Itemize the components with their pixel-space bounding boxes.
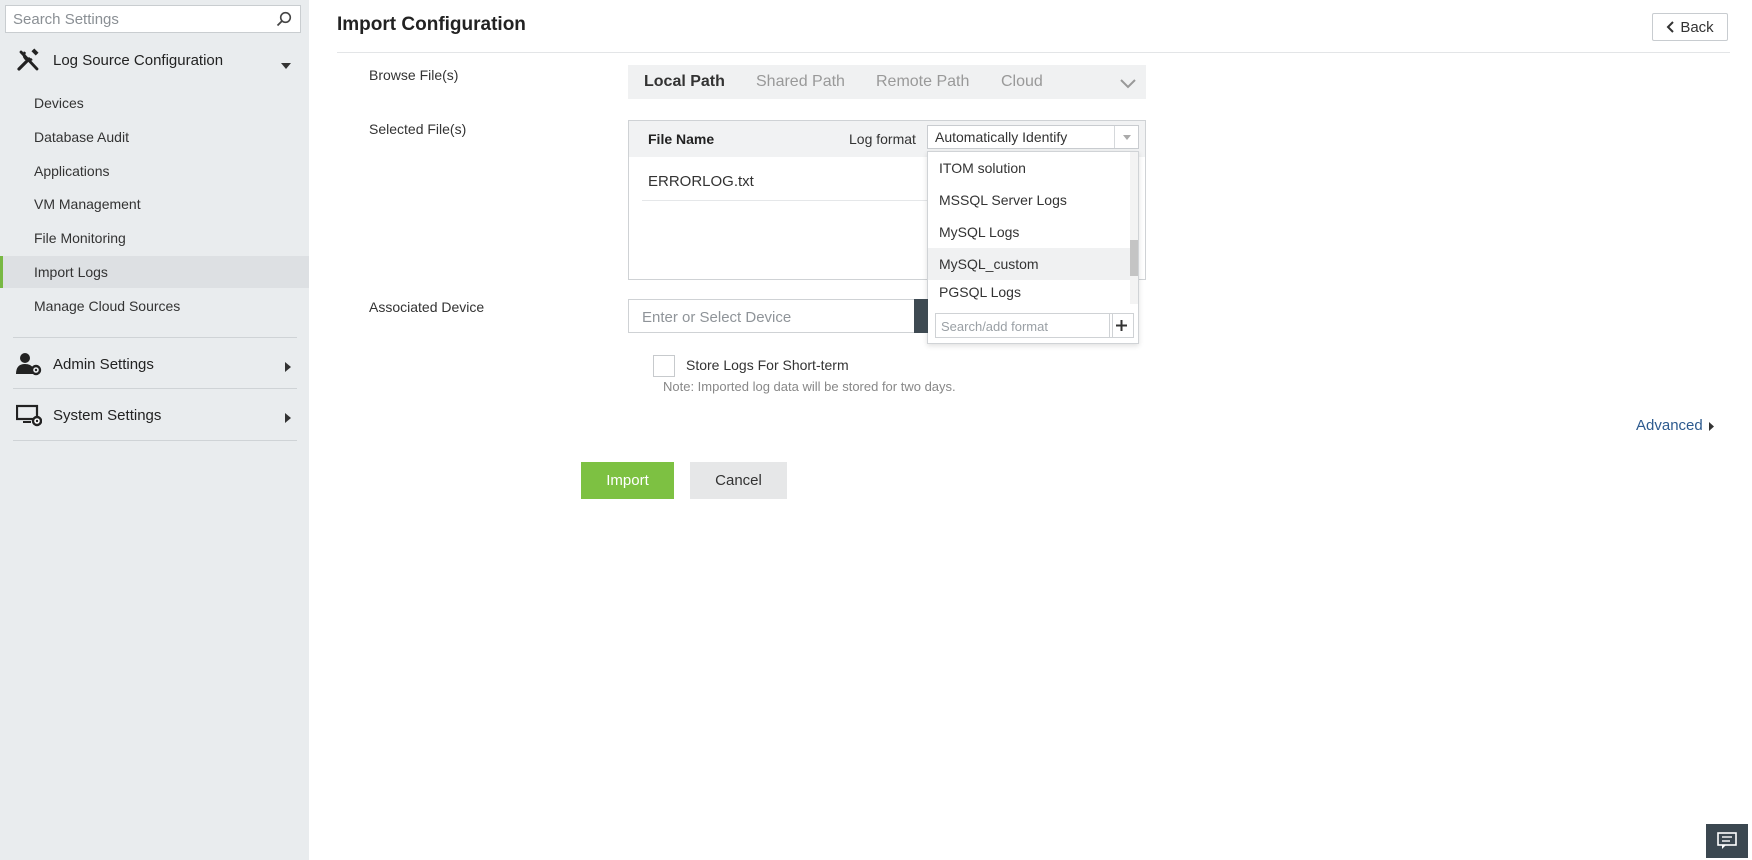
back-label: Back [1680,18,1714,36]
chevron-down-icon[interactable] [1120,76,1136,92]
caret-right-icon [285,359,291,375]
tab-local-path[interactable]: Local Path [644,65,725,99]
log-format-select[interactable]: Automatically Identify [927,125,1139,149]
store-note: Note: Imported log data will be stored f… [663,379,956,394]
device-field [628,299,918,334]
caret-right-icon [1708,421,1714,431]
import-button[interactable]: Import [581,462,674,499]
page-title: Import Configuration [337,14,526,35]
format-search-input[interactable] [936,314,1111,339]
sidebar-item-devices[interactable]: Devices [0,87,309,119]
chevron-left-icon [1666,21,1675,33]
sidebar-item-database-audit[interactable]: Database Audit [0,121,309,153]
settings-sidebar: Log Source Configuration Devices Databas… [0,0,309,860]
associated-device-label: Associated Device [369,299,485,315]
store-short-term-label: Store Logs For Short-term [686,357,849,373]
search-settings-box [5,5,301,33]
divider [13,440,297,441]
sidebar-item-manage-cloud-sources[interactable]: Manage Cloud Sources [0,290,309,322]
caret-right-icon [285,410,291,426]
browse-tabs: Local Path Shared Path Remote Path Cloud [628,65,1146,99]
column-log-format: Log format [849,131,916,147]
device-select-button[interactable] [914,299,928,333]
format-option[interactable]: MSSQL Server Logs [928,184,1132,216]
format-option[interactable]: MySQL Logs [928,216,1132,248]
dropdown-scrollbar[interactable] [1130,152,1138,304]
divider [13,337,297,338]
dropdown-scroll-thumb[interactable] [1130,240,1138,276]
monitor-gear-icon [15,403,43,427]
cancel-button[interactable]: Cancel [690,462,787,499]
back-button[interactable]: Back [1652,13,1728,41]
file-name-cell: ERRORLOG.txt [648,173,754,190]
selected-files-label: Selected File(s) [369,121,467,137]
group-admin-settings[interactable]: Admin Settings [0,342,309,386]
plus-icon [1116,320,1127,331]
caret-down-icon [281,56,291,72]
row-divider [642,200,942,201]
admin-user-gear-icon [16,352,42,376]
format-search-box [935,313,1113,339]
group-system-settings[interactable]: System Settings [0,393,309,437]
tab-shared-path[interactable]: Shared Path [756,65,845,99]
chat-button[interactable] [1706,824,1748,858]
sidebar-item-vm-management[interactable]: VM Management [0,188,309,220]
sidebar-item-applications[interactable]: Applications [0,155,309,187]
divider [13,388,297,389]
column-file-name: File Name [648,131,715,147]
dropdown-toggle[interactable] [1114,126,1138,148]
log-format-value: Automatically Identify [935,129,1068,145]
tab-cloud[interactable]: Cloud [1001,65,1043,99]
group-label: Log Source Configuration [53,51,224,69]
group-log-source-configuration[interactable]: Log Source Configuration [0,38,309,82]
format-option[interactable]: PGSQL Logs [928,280,1132,304]
format-option[interactable]: ITOM solution [928,152,1132,184]
chat-icon [1717,832,1737,849]
advanced-label: Advanced [1636,417,1703,434]
tab-remote-path[interactable]: Remote Path [876,65,969,99]
search-icon[interactable] [276,11,292,30]
format-option-hovered[interactable]: MySQL_custom [928,248,1132,280]
advanced-link[interactable]: Advanced [1636,417,1714,434]
sidebar-item-import-logs[interactable]: Import Logs [0,256,309,288]
sidebar-item-file-monitoring[interactable]: File Monitoring [0,222,309,254]
group-label: System Settings [53,406,162,424]
search-settings-input[interactable] [6,6,273,32]
log-format-dropdown: ITOM solution MSSQL Server Logs MySQL Lo… [927,151,1139,344]
add-format-button[interactable] [1109,313,1134,338]
device-input[interactable] [629,300,914,334]
header-divider [337,52,1730,53]
tools-icon [16,48,42,72]
store-short-term-checkbox[interactable] [653,355,675,377]
caret-down-icon [1123,135,1131,140]
browse-files-label: Browse File(s) [369,67,459,83]
group-label: Admin Settings [53,355,154,373]
